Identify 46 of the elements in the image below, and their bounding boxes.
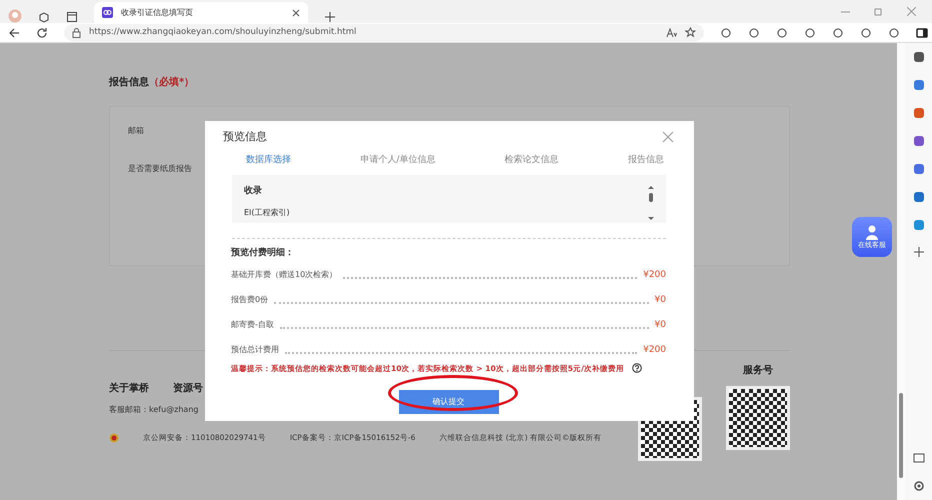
qr-title: 服务号	[743, 364, 773, 378]
settings-icon[interactable]	[912, 480, 924, 492]
form-label: 是否需要纸质报告	[128, 163, 192, 175]
fee-amount: ¥200	[643, 268, 666, 282]
close-tab-icon[interactable]	[292, 8, 300, 16]
fee-amount: ¥200	[643, 344, 666, 356]
lock-icon	[72, 28, 81, 38]
dialog-title: 预览信息	[223, 129, 267, 145]
page-scrollbar[interactable]	[897, 43, 905, 500]
scrollbar-drawing	[648, 185, 654, 221]
fee-amount: ¥0	[654, 294, 666, 306]
new-tab-icon[interactable]	[324, 11, 336, 23]
footer-link[interactable]: 资源号	[173, 381, 203, 396]
fee-label: 邮寄费-自取	[231, 318, 274, 330]
refresh-icon[interactable]	[36, 26, 48, 38]
footer-link[interactable]: 关于掌桥	[109, 381, 149, 396]
box-value: EI(工程索引)	[244, 206, 291, 218]
fee-label: 预估总计费用	[231, 344, 279, 356]
site-favicon-icon	[102, 7, 113, 18]
help-icon[interactable]	[632, 363, 642, 374]
favorite-star-icon[interactable]	[685, 27, 696, 38]
tab-actions-icon[interactable]	[66, 11, 78, 23]
step-tab[interactable]: 报告信息	[628, 154, 664, 167]
tab-title: 收录引证信息填写页	[121, 6, 194, 18]
back-icon[interactable]	[8, 26, 20, 38]
close-icon[interactable]	[662, 131, 674, 144]
step-tab[interactable]: 申请个人/单位信息	[360, 154, 436, 167]
step-tab[interactable]: 检索论文信息	[504, 154, 559, 167]
fees-title: 预览付费明细：	[231, 247, 295, 260]
required-note: （必填*）	[149, 76, 194, 90]
form-label: 邮箱	[128, 125, 144, 137]
sidebar-toggle-icon[interactable]	[916, 26, 928, 38]
police-badge-icon	[109, 432, 119, 443]
fee-label: 报告费0份	[231, 294, 268, 306]
step-tab[interactable]: 数据库选择	[246, 154, 291, 167]
contact-email: 客服邮箱：kefu@zhang	[109, 404, 200, 416]
read-aloud-icon[interactable]	[666, 28, 677, 38]
browser-tab[interactable]: 收录引证信息填写页	[94, 2, 308, 23]
section-title: 报告信息	[109, 76, 149, 90]
submit-button[interactable]: 确认提交	[398, 390, 498, 414]
fee-amount: ¥0	[654, 318, 666, 332]
box-heading: 收录	[244, 185, 263, 198]
workspaces-icon[interactable]	[38, 11, 50, 23]
fee-label: 基础开库费（赠送10次检索）	[231, 268, 338, 280]
headset-person-icon	[864, 224, 880, 240]
add-icon[interactable]	[914, 247, 924, 257]
